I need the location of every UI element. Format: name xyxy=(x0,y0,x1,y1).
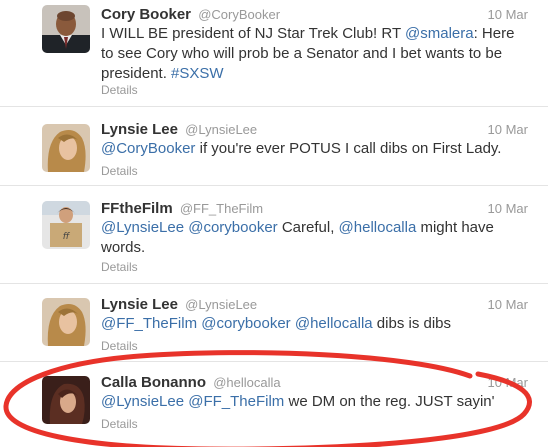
mention-link[interactable]: @FF_TheFilm xyxy=(188,393,284,410)
tweet-item[interactable]: ff FFtheFilm @FF_TheFilm 10 Mar @LynsieL… xyxy=(0,185,548,283)
tweet-time[interactable]: 10 Mar xyxy=(488,374,528,392)
author-name[interactable]: Lynsie Lee xyxy=(101,121,178,138)
mention-link[interactable]: @corybooker xyxy=(201,315,290,332)
tweet-time[interactable]: 10 Mar xyxy=(488,296,528,314)
mention-link[interactable]: @LynsieLee xyxy=(101,219,184,236)
tweet-timeline: Cory Booker @CoryBooker 10 Mar I WILL BE… xyxy=(0,0,548,447)
tweet-text: @CoryBooker if you're ever POTUS I call … xyxy=(101,139,526,159)
mention-link[interactable]: @LynsieLee xyxy=(101,393,184,410)
author-handle[interactable]: @CoryBooker xyxy=(198,7,280,22)
tweet-text: @LynsieLee @corybooker Careful, @helloca… xyxy=(101,218,526,258)
mention-link[interactable]: @hellocalla xyxy=(295,315,373,332)
mention-link[interactable]: @hellocalla xyxy=(339,219,417,236)
details-link[interactable]: Details xyxy=(101,417,138,431)
tweet-time[interactable]: 10 Mar xyxy=(488,200,528,218)
mention-link[interactable]: @corybooker xyxy=(188,219,277,236)
tweet-text: @LynsieLee @FF_TheFilm we DM on the reg.… xyxy=(101,392,526,412)
tweet-text: @FF_TheFilm @corybooker @hellocalla dibs… xyxy=(101,314,526,334)
avatar-ffthefilm[interactable]: ff xyxy=(42,201,90,249)
tweet-text-segment: we DM on the reg. JUST sayin' xyxy=(284,393,495,410)
tweet-item[interactable]: Lynsie Lee @LynsieLee 10 Mar @CoryBooker… xyxy=(0,106,548,185)
mention-link[interactable]: @smalera xyxy=(405,25,474,42)
author-handle[interactable]: @LynsieLee xyxy=(185,122,257,137)
author-name[interactable]: Lynsie Lee xyxy=(101,296,178,313)
author-handle[interactable]: @LynsieLee xyxy=(185,297,257,312)
tweet-text-segment: dibs is dibs xyxy=(372,315,452,332)
hashtag-link[interactable]: #SXSW xyxy=(171,65,224,82)
author-handle[interactable]: @FF_TheFilm xyxy=(180,201,263,216)
tweet-text-segment: Careful, xyxy=(277,219,339,236)
tweet-item[interactable]: Calla Bonanno @hellocalla 10 Mar @Lynsie… xyxy=(0,361,548,447)
details-link[interactable]: Details xyxy=(101,260,138,274)
author-name[interactable]: Cory Booker xyxy=(101,6,191,23)
tweet-time[interactable]: 10 Mar xyxy=(488,121,528,139)
tweet-time[interactable]: 10 Mar xyxy=(488,6,528,24)
author-name[interactable]: Calla Bonanno xyxy=(101,374,206,391)
tweet-text-segment: I WILL BE president of NJ Star Trek Club… xyxy=(101,25,406,42)
mention-link[interactable]: @CoryBooker xyxy=(101,140,195,157)
avatar-calla-bonanno[interactable] xyxy=(42,376,90,424)
tweet-item[interactable]: Lynsie Lee @LynsieLee 10 Mar @FF_TheFilm… xyxy=(0,283,548,361)
author-name[interactable]: FFtheFilm xyxy=(101,200,173,217)
tweet-text-segment: if you're ever POTUS I call dibs on Firs… xyxy=(195,140,502,157)
details-link[interactable]: Details xyxy=(101,164,138,178)
mention-link[interactable]: @FF_TheFilm xyxy=(101,315,197,332)
avatar-cory-booker[interactable] xyxy=(42,5,90,53)
details-link[interactable]: Details xyxy=(101,83,138,97)
tweet-item[interactable]: Cory Booker @CoryBooker 10 Mar I WILL BE… xyxy=(0,0,548,106)
author-handle[interactable]: @hellocalla xyxy=(213,375,280,390)
avatar-lynsie-lee[interactable] xyxy=(42,124,90,172)
avatar-lynsie-lee[interactable] xyxy=(42,298,90,346)
tweet-text: I WILL BE president of NJ Star Trek Club… xyxy=(101,24,526,84)
details-link[interactable]: Details xyxy=(101,339,138,353)
